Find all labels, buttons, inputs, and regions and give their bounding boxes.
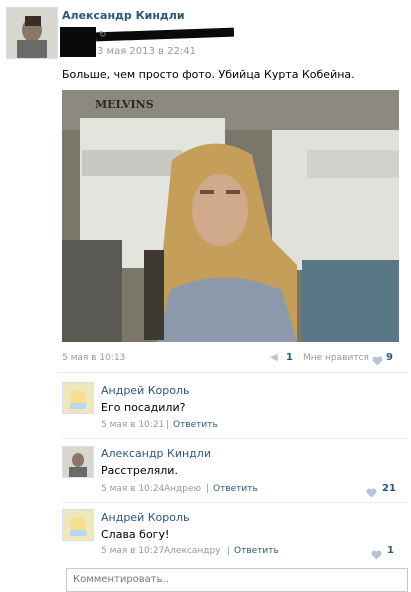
author-avatar[interactable] (6, 7, 58, 59)
heart-icon[interactable] (371, 544, 382, 563)
comment-author[interactable]: Андрей Король (101, 511, 189, 524)
comment-input[interactable]: Комментировать.. (66, 568, 408, 592)
comment-avatar-image (63, 510, 93, 540)
redacted-scribble (95, 27, 235, 42)
bus-photo (62, 90, 399, 342)
comment-time[interactable]: 5 мая в 10:27 (101, 546, 164, 556)
photo-sign: MELVINS (95, 98, 154, 111)
redacted-block (60, 27, 96, 57)
comment-avatar[interactable] (62, 509, 94, 541)
separator: | (227, 546, 231, 556)
heart-icon[interactable] (366, 482, 377, 501)
reply-button[interactable]: Ответить (173, 420, 218, 430)
repost-icon: ↻ (99, 30, 107, 40)
reply-button[interactable]: Ответить (213, 484, 258, 494)
comment-text: Расстреляли. (101, 464, 178, 477)
comment-avatar[interactable] (62, 446, 94, 478)
share-arrow-icon[interactable]: ◀ (270, 352, 278, 363)
comment-placeholder: Комментировать.. (73, 574, 169, 585)
share-count: 1 (286, 352, 293, 363)
like-label[interactable]: Мне нравится (303, 353, 369, 363)
comment-text: Слава богу! (101, 528, 170, 541)
post-author[interactable]: Александр Киндли (62, 9, 185, 22)
divider (62, 502, 408, 503)
photo-date[interactable]: 5 мая в 10:13 (62, 353, 125, 363)
separator: | (206, 484, 210, 494)
comment-time[interactable]: 5 мая в 10:24 (101, 484, 164, 494)
post-photo[interactable]: MELVINS (62, 90, 399, 342)
author-photo (7, 8, 57, 58)
comment-author[interactable]: Александр Киндли (101, 447, 211, 460)
post-timestamp[interactable]: 3 мая 2013 в 22:41 (97, 46, 196, 57)
divider (58, 372, 408, 373)
comment-like-count: 1 (387, 545, 394, 556)
reply-to[interactable]: Александру (164, 546, 221, 556)
divider (62, 438, 408, 439)
post-text: Больше, чем просто фото. Убийца Курта Ко… (62, 68, 355, 81)
comment-like-count: 21 (382, 483, 396, 494)
comment-avatar-image (63, 447, 93, 477)
separator: | (166, 420, 170, 430)
comment-avatar[interactable] (62, 382, 94, 414)
heart-icon[interactable] (372, 350, 383, 369)
comment-avatar-image (63, 383, 93, 413)
reply-to[interactable]: Андрею (164, 484, 201, 494)
comment-author[interactable]: Андрей Король (101, 384, 189, 397)
like-count: 9 (386, 352, 393, 363)
comment-time[interactable]: 5 мая в 10:21 (101, 420, 164, 430)
reply-button[interactable]: Ответить (234, 546, 279, 556)
comment-text: Его посадили? (101, 401, 186, 414)
